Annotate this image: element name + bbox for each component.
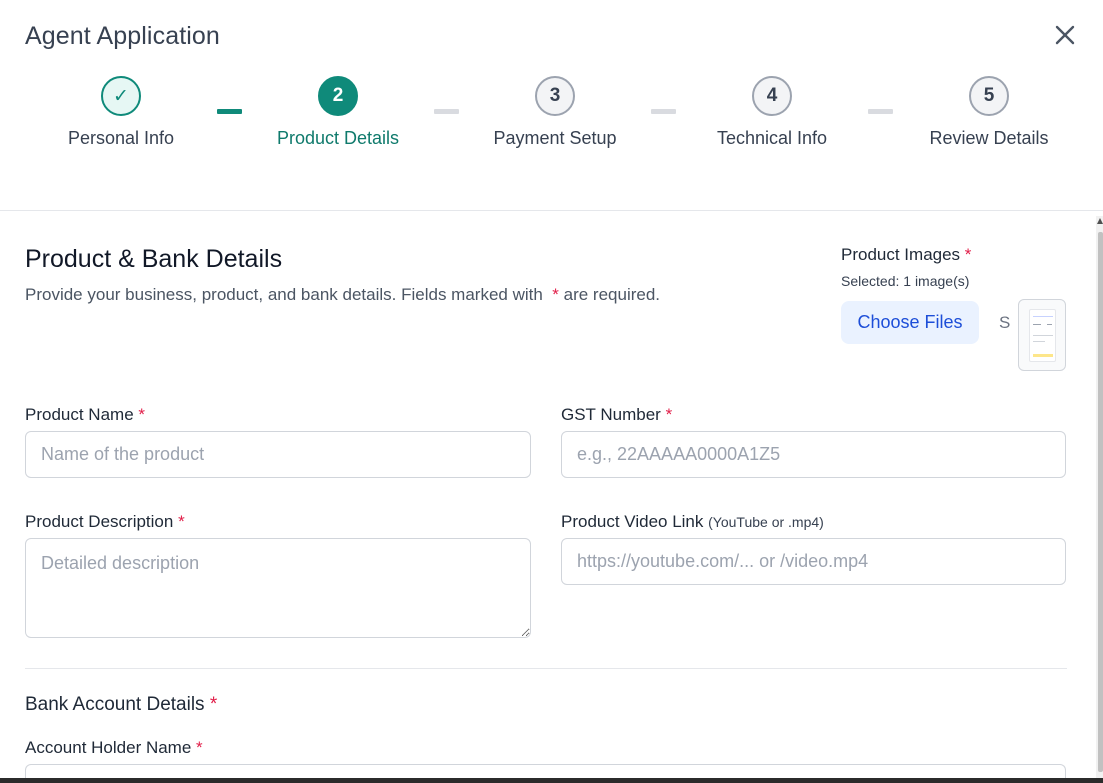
product-name-label-text: Product Name	[25, 405, 134, 424]
step-technical-info[interactable]: 4 Technical Info	[692, 76, 852, 149]
step-payment-setup[interactable]: 3 Payment Setup	[475, 76, 635, 149]
scroll-up-arrow-icon[interactable]	[1097, 218, 1103, 224]
step-label: Technical Info	[716, 128, 828, 148]
required-marker: *	[209, 694, 218, 715]
product-video-input[interactable]	[561, 538, 1066, 585]
step-label: Product Details	[276, 128, 400, 148]
section-description: Provide your business, product, and bank…	[25, 285, 660, 305]
scrollbar-thumb[interactable]	[1098, 232, 1103, 772]
required-marker: *	[196, 738, 203, 757]
step-number: 4	[752, 76, 792, 116]
product-description-label: Product Description *	[25, 512, 185, 532]
bank-details-title: Bank Account Details *	[25, 694, 217, 716]
image-thumbnail[interactable]	[1018, 299, 1066, 371]
thumbnail-preview	[1029, 309, 1056, 362]
step-connector	[651, 109, 676, 114]
step-review-details[interactable]: 5 Review Details	[909, 76, 1069, 149]
section-divider	[25, 668, 1067, 669]
bank-details-title-text: Bank Account Details	[25, 694, 205, 715]
close-button[interactable]	[1052, 22, 1078, 48]
required-marker: *	[138, 405, 146, 424]
step-number: 2	[318, 76, 358, 116]
file-status-text: S	[999, 313, 1011, 332]
step-number: 3	[535, 76, 575, 116]
gst-number-label-text: GST Number	[561, 405, 661, 424]
product-video-hint: (YouTube or .mp4)	[708, 514, 824, 530]
product-images-label: Product Images *	[841, 245, 971, 265]
product-images-label-text: Product Images	[841, 245, 961, 264]
account-holder-label: Account Holder Name *	[25, 738, 203, 758]
product-video-label: Product Video Link (YouTube or .mp4)	[561, 512, 824, 532]
step-product-details[interactable]: 2 Product Details	[258, 76, 418, 149]
step-label: Review Details	[929, 128, 1049, 148]
step-connector	[868, 109, 893, 114]
step-check-icon: ✓	[101, 76, 141, 116]
step-number: 5	[969, 76, 1009, 116]
bottom-edge-bar	[0, 778, 1103, 783]
product-description-label-text: Product Description	[25, 512, 174, 531]
step-label: Personal Info	[67, 128, 175, 148]
images-selected-count: Selected: 1 image(s)	[841, 273, 970, 289]
description-text: Provide your business, product, and bank…	[25, 285, 543, 304]
required-marker: *	[552, 285, 559, 304]
choose-files-button[interactable]: Choose Files	[841, 301, 979, 344]
required-marker: *	[178, 512, 185, 531]
required-marker: *	[964, 245, 972, 264]
required-marker: *	[665, 405, 673, 424]
gst-number-input[interactable]	[561, 431, 1066, 478]
product-name-label: Product Name *	[25, 405, 145, 425]
product-video-label-text: Product Video Link	[561, 512, 704, 531]
description-text-end: are required.	[563, 285, 661, 304]
step-personal-info[interactable]: ✓ Personal Info	[41, 76, 201, 149]
section-title: Product & Bank Details	[25, 245, 283, 273]
step-label: Payment Setup	[493, 128, 617, 148]
product-description-textarea[interactable]	[25, 538, 531, 638]
product-name-input[interactable]	[25, 431, 531, 478]
modal-title: Agent Application	[25, 22, 220, 50]
account-holder-label-text: Account Holder Name	[25, 738, 192, 757]
header-divider	[0, 210, 1103, 211]
agent-application-modal: Agent Application ✓ Personal Info 2 Prod…	[0, 0, 1103, 783]
step-connector	[217, 109, 242, 114]
gst-number-label: GST Number *	[561, 405, 672, 425]
close-icon	[1055, 25, 1075, 45]
step-connector	[434, 109, 459, 114]
